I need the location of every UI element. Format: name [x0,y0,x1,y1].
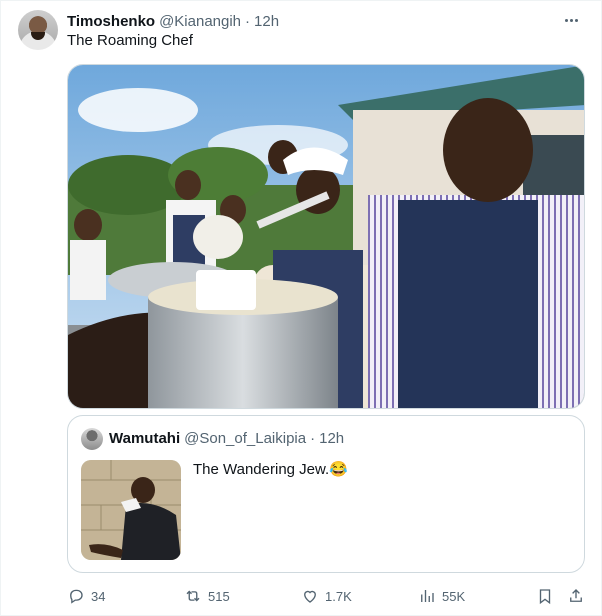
quoted-tweet[interactable]: Wamutahi @Son_of_Laikipia · 12h The Wand… [67,415,585,573]
photo-cooking-scene [68,65,584,408]
tweet-header: Timoshenko @Kianangih · 12h [67,11,279,31]
like-count: 1.7K [325,588,352,604]
tweet-text: The Roaming Chef [67,32,193,49]
author-name[interactable]: Timoshenko [67,13,155,30]
quoted-separator: · [310,430,316,447]
share-button[interactable] [567,585,585,607]
author-avatar[interactable] [18,10,58,50]
heart-icon [304,590,316,603]
more-icon[interactable] [560,11,582,29]
photo-wall-prayer [81,460,181,560]
bookmark-icon [539,589,551,605]
quoted-author-handle: @Son_of_Laikipia [184,430,307,447]
like-button[interactable]: 1.7K [301,585,352,607]
author-handle[interactable]: @Kianangih [159,13,241,30]
tweet-card[interactable]: Timoshenko @Kianangih · 12h The Roaming … [0,0,602,616]
bookmark-button[interactable] [536,585,554,607]
retweet-count: 515 [208,588,230,604]
reply-icon [70,589,83,604]
retweet-button[interactable]: 515 [184,585,230,607]
views-count: 55K [442,588,466,604]
quoted-time: 12h [319,430,345,447]
quoted-author-avatar [81,428,103,450]
tweet-time[interactable]: 12h [254,13,279,30]
tweet-actions: 34 515 1.7K 55K [67,585,591,607]
analytics-icon [421,590,434,602]
quoted-author-name: Wamutahi [109,430,181,447]
separator-dot: · [245,12,251,30]
avatar-beard [31,32,45,40]
quoted-photo [81,460,181,560]
reply-count: 34 [91,588,106,604]
reply-button[interactable]: 34 [67,585,105,607]
retweet-icon [186,590,200,602]
views-button[interactable]: 55K [418,585,465,607]
share-icon [570,589,582,602]
tweet-photo[interactable] [67,64,585,409]
quoted-text: The Wandering Jew.😂 [193,461,348,478]
quoted-header: Wamutahi @Son_of_Laikipia · 12h [109,430,344,447]
